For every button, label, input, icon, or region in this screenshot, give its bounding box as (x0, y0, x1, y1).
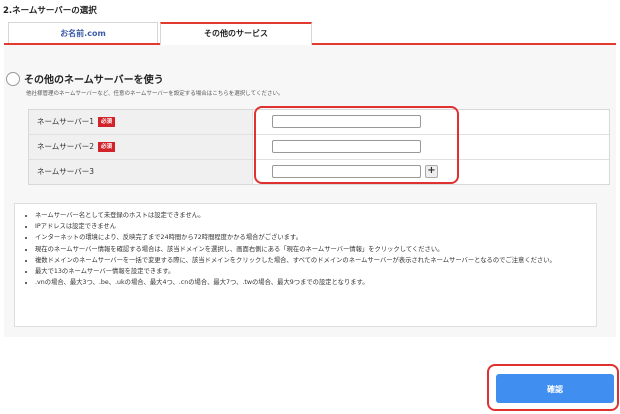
required-badge: 必須 (97, 142, 115, 152)
option-title: その他のネームサーバーを使う (24, 75, 164, 86)
tab-bar: お名前.com その他のサービス (4, 22, 616, 45)
note-item: 現在のネームサーバー情報を確認する場合は、該当ドメインを選択し、画面右側にある「… (35, 244, 588, 255)
required-badge: 必須 (97, 117, 115, 127)
note-item: ネームサーバー名として未登録のホストは設定できません。 (35, 210, 588, 221)
nameserver-label-2: ネームサーバー2 必須 (29, 135, 253, 159)
note-item: IPアドレスは設定できません (35, 221, 588, 232)
nameserver-label-text: ネームサーバー2 (37, 142, 94, 151)
option-description: 他社様管理のネームサーバーなど、任意のネームサーバーを設定する場合はこちらを選択… (26, 91, 284, 97)
note-item: 複数ドメインのネームサーバーを一括で変更する際に、該当ドメインをクリックした場合… (35, 255, 588, 266)
nameserver-label-text: ネームサーバー1 (37, 117, 94, 126)
tab-other-services[interactable]: その他のサービス (160, 22, 312, 45)
section-title: 2.ネームサーバーの選択 (3, 6, 97, 16)
confirm-button[interactable]: 確認 (496, 374, 614, 403)
nameserver-label-text: ネームサーバー3 (37, 167, 94, 176)
input-highlight-box (254, 106, 459, 184)
note-item: インターネットの環境により、反映完了まで24時間から72時間程度かかる場合がござ… (35, 232, 588, 243)
nameserver-label-1: ネームサーバー1 必須 (29, 110, 253, 134)
notes-box: ネームサーバー名として未登録のホストは設定できません。 IPアドレスは設定できま… (14, 203, 597, 327)
note-item: 最大で13のネームサーバー情報を設定できます。 (35, 266, 588, 277)
note-item: .vnの場合、最大3つ、.be、.ukの場合、最大4つ、.cnの場合、最大7つ、… (35, 277, 588, 288)
other-nameserver-radio[interactable] (6, 72, 20, 86)
nameserver-label-3: ネームサーバー3 (29, 160, 253, 184)
tab-onamae[interactable]: お名前.com (8, 22, 158, 43)
